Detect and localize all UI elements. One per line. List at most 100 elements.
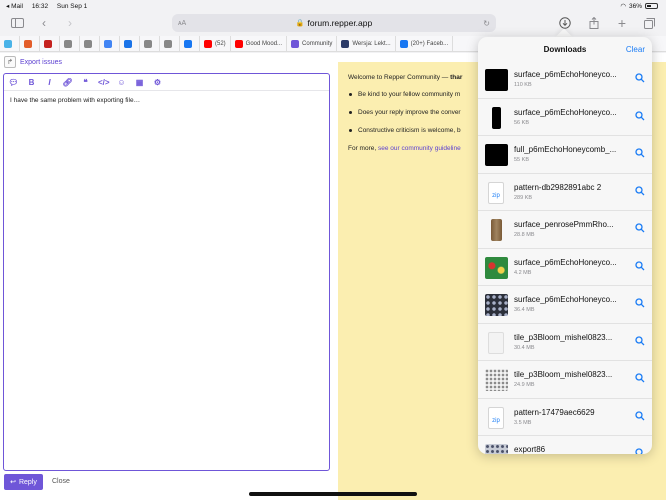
clear-downloads-button[interactable]: Clear (626, 45, 645, 54)
bold-icon[interactable]: B (26, 78, 37, 87)
file-thumbnail (485, 294, 508, 316)
guidelines-link[interactable]: see our community guideline (378, 145, 461, 152)
forward-icon[interactable]: › (62, 15, 78, 31)
download-size: 110 KB (514, 82, 532, 88)
close-button[interactable]: Close (52, 478, 70, 485)
download-item[interactable]: surface_p6mEchoHoneyco... 4.2 MB (478, 249, 652, 286)
bookmark-item[interactable]: (20+) Faceb... (396, 36, 454, 51)
text-size-button[interactable]: ᴀA (178, 20, 186, 27)
download-filename: pattern-db2982891abc 2 (514, 182, 602, 192)
download-size: 56 KB (514, 119, 529, 126)
download-item[interactable]: surface_p6mEchoHoneyco... 36.4 MB (478, 286, 652, 324)
download-size: 289 KB (514, 194, 533, 201)
status-time: 16:32 (31, 3, 49, 10)
download-item[interactable]: zip pattern-17479aec6629 3.5 MB (478, 399, 652, 436)
topic-link[interactable]: Export issues (20, 59, 62, 66)
show-in-files-icon[interactable] (635, 373, 645, 386)
bookmark-item[interactable]: Wersja: Lekt... (337, 36, 396, 51)
bookmark-item[interactable] (0, 36, 20, 51)
favicon-icon (44, 39, 52, 48)
blockquote-icon[interactable]: ❝ (80, 78, 91, 87)
bookmark-item[interactable] (120, 36, 140, 51)
composer-textarea[interactable]: I have the same problem with exporting f… (4, 91, 329, 110)
bookmark-item[interactable] (100, 36, 120, 51)
download-item[interactable]: zip pattern-db2982891abc 2 289 KB (478, 174, 652, 211)
link-icon[interactable]: 🔗︎ (62, 78, 73, 87)
bookmark-item[interactable] (160, 36, 180, 51)
show-in-files-icon[interactable] (635, 410, 645, 424)
bookmark-item[interactable]: Good Mood... (231, 36, 288, 51)
code-icon[interactable]: </> (98, 78, 110, 87)
lock-icon: 🔒 (295, 20, 305, 27)
emoji-icon[interactable]: ☺ (116, 78, 127, 87)
download-size: 4.2 MB (514, 269, 532, 276)
download-filename: surface_p6mEchoHoneyco... (514, 257, 617, 267)
italic-icon[interactable]: I (44, 78, 55, 87)
sidebar-icon[interactable] (9, 15, 25, 31)
wifi-icon: ◠ (620, 3, 626, 10)
bookmark-item[interactable] (20, 36, 40, 51)
show-in-files-icon[interactable] (635, 110, 645, 124)
file-thumbnail (485, 444, 508, 454)
show-in-files-icon[interactable] (635, 73, 645, 86)
quote-icon[interactable]: 💬︎ (8, 78, 19, 87)
download-item[interactable]: surface_p6mEchoHoneyco... 56 KB (478, 99, 652, 136)
download-item[interactable]: export8612 KB (478, 436, 652, 454)
show-in-files-icon[interactable] (635, 223, 645, 236)
bookmark-item[interactable] (180, 36, 200, 51)
download-size: 30.4 MB (514, 344, 535, 351)
bookmark-item[interactable] (80, 36, 100, 51)
download-filename: surface_p6mEchoHoneyco... (514, 295, 617, 304)
downloads-header: Downloads Clear (478, 37, 652, 61)
calendar-icon[interactable]: ▦ (134, 78, 145, 87)
file-thumbnail (491, 219, 502, 241)
reload-icon[interactable]: ↻ (483, 19, 490, 28)
favicon-icon (24, 39, 32, 48)
download-item[interactable]: full_p6mEchoHoneycomb_... 55 KB (478, 136, 652, 174)
status-bar: ◂ Mail 16:32 Sun Sep 1 ◠ 36% (0, 0, 666, 11)
download-filename: surface_p6mEchoHoneyco... (514, 107, 617, 117)
zip-file-icon: zip (488, 181, 504, 204)
tabs-overview-icon[interactable] (641, 15, 657, 31)
show-in-files-icon[interactable] (635, 335, 645, 349)
back-icon[interactable]: ‹ (36, 15, 52, 31)
download-size: 3.5 MB (514, 419, 532, 426)
download-item[interactable]: tile_p3Bloom_mishel0823... 30.4 MB (478, 324, 652, 361)
download-item[interactable]: surface_p6mEchoHoneyco... 110 KB (478, 61, 652, 99)
download-filename: surface_p6mEchoHoneyco... (514, 70, 617, 79)
bookmark-item[interactable] (140, 36, 160, 51)
show-in-files-icon[interactable] (635, 185, 645, 199)
bookmark-item[interactable]: (52) (200, 36, 231, 51)
new-tab-icon[interactable]: + (614, 15, 630, 31)
show-in-files-icon[interactable] (635, 298, 645, 311)
favicon-icon (64, 39, 72, 48)
share-icon[interactable] (586, 15, 602, 31)
bookmark-label: Good Mood... (245, 40, 283, 47)
download-item[interactable]: tile_p3Bloom_mishel0823... 24.9 MB (478, 361, 652, 399)
gear-icon[interactable]: ⚙ (152, 78, 163, 87)
show-in-files-icon[interactable] (635, 260, 645, 274)
download-filename: export86 (514, 445, 546, 454)
battery-percent: 36% (628, 2, 642, 10)
favicon-icon (124, 39, 132, 48)
download-filename: tile_p3Bloom_mishel0823... (514, 370, 613, 379)
bookmark-item[interactable] (60, 36, 80, 51)
download-size: 55 KB (514, 157, 529, 163)
reply-button[interactable]: ↩ Reply (4, 474, 43, 490)
back-to-app-label[interactable]: ◂ Mail (6, 3, 23, 10)
bookmark-item[interactable] (40, 36, 60, 51)
reply-to-icon[interactable]: ↱ (4, 56, 16, 68)
address-bar[interactable]: ᴀA 🔒 forum.repper.app ↻ (172, 14, 496, 32)
show-in-files-icon[interactable] (635, 448, 645, 454)
download-item[interactable]: surface_penrosePmmRho... 28.8 MB (478, 211, 652, 249)
download-filename: full_p6mEchoHoneycomb_... (514, 145, 617, 154)
download-size: 28.8 MB (514, 232, 535, 238)
download-filename: surface_penrosePmmRho... (514, 220, 614, 229)
bookmark-item[interactable]: Community (287, 36, 338, 51)
file-thumbnail (485, 144, 508, 166)
file-thumbnail (488, 331, 504, 354)
reply-composer: 💬︎ B I 🔗︎ ❝ </> ☺ ▦ ⚙ I have the same pr… (3, 73, 330, 471)
show-in-files-icon[interactable] (635, 148, 645, 161)
favicon-icon (184, 39, 192, 48)
file-thumbnail (492, 106, 501, 129)
